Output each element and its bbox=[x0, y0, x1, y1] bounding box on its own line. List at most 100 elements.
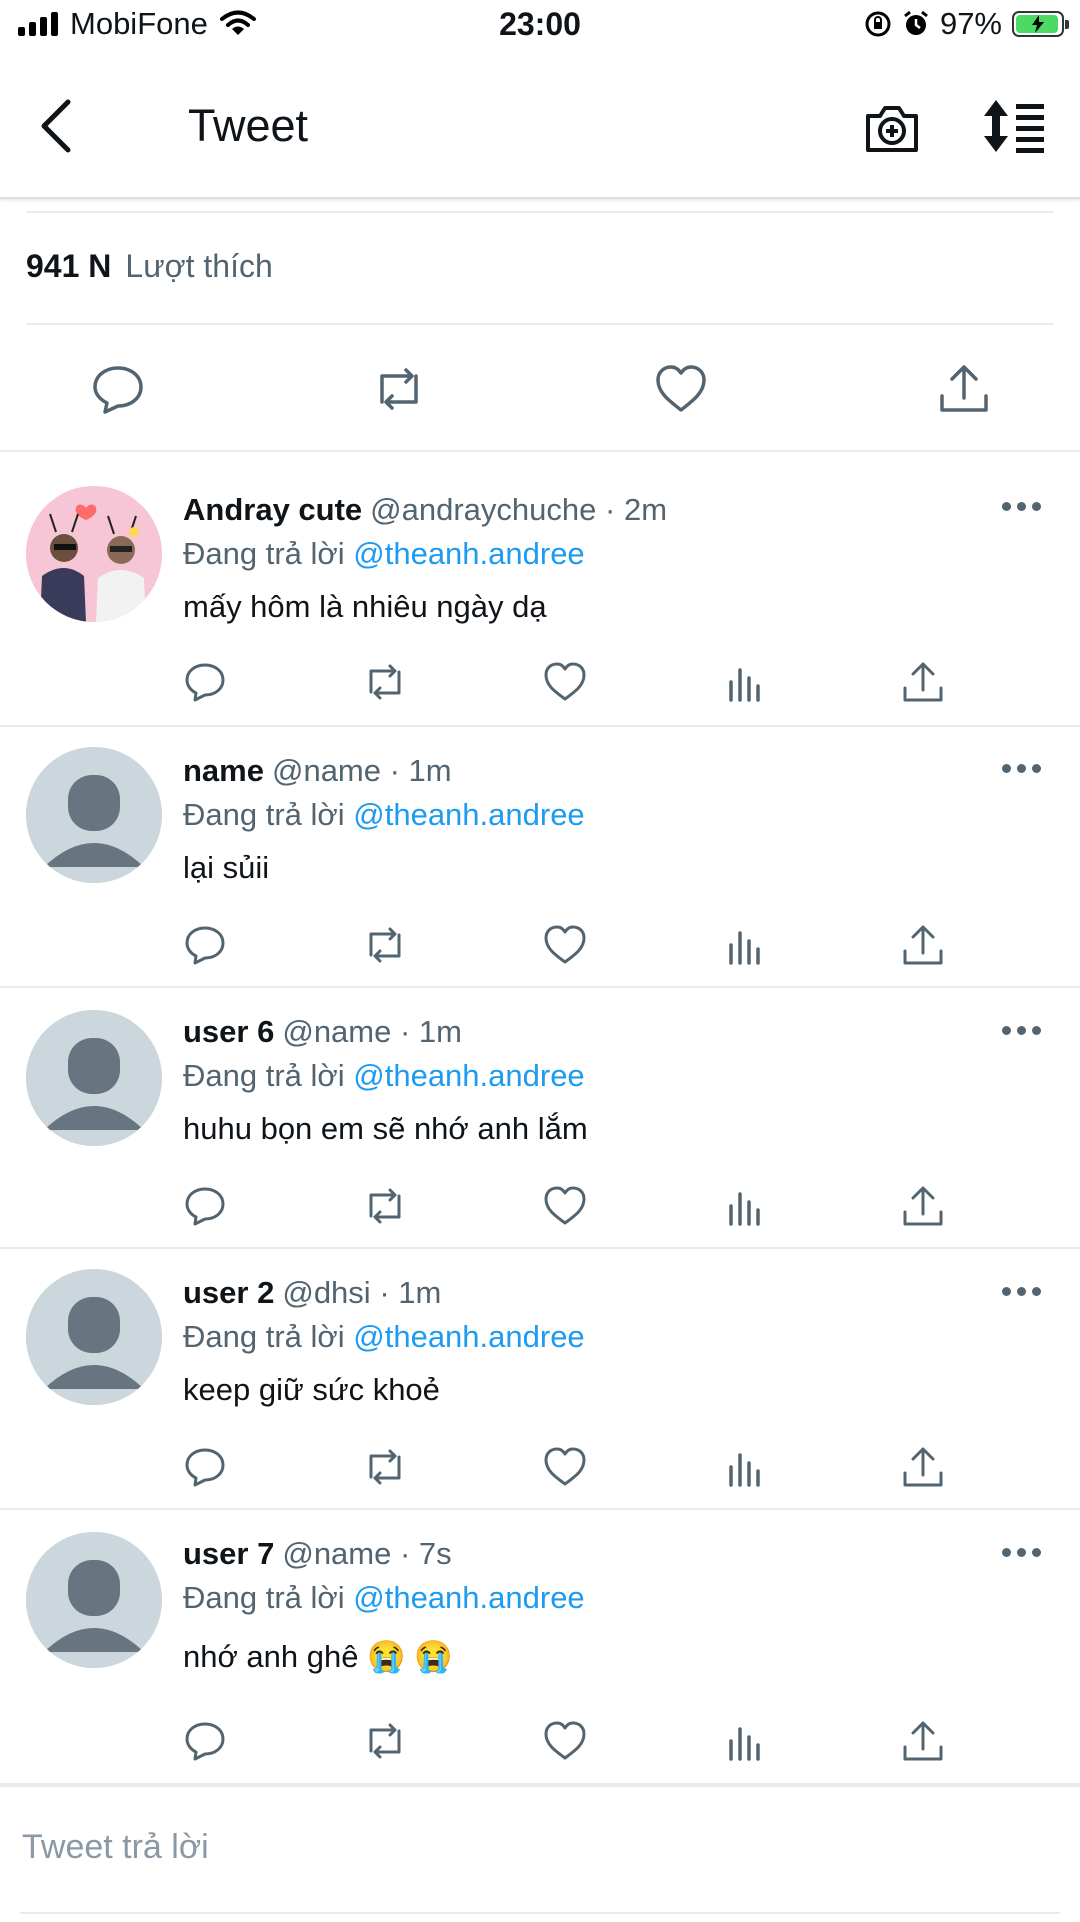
reply-item[interactable]: name @name · 1m Đang trả lời @theanh.andr… bbox=[0, 727, 1080, 988]
share-icon[interactable] bbox=[901, 1445, 945, 1489]
reply-actions bbox=[183, 1184, 963, 1234]
views-icon[interactable] bbox=[723, 660, 767, 704]
replying-to: Đang trả lời @theanh.andree bbox=[183, 1578, 1040, 1618]
user-name[interactable]: name bbox=[183, 753, 264, 788]
retweet-icon[interactable] bbox=[363, 1719, 407, 1763]
reply-composer bbox=[0, 1785, 1080, 1922]
user-name[interactable]: user 6 bbox=[183, 1014, 274, 1049]
like-icon[interactable] bbox=[543, 1719, 587, 1763]
user-name[interactable]: user 2 bbox=[183, 1275, 274, 1310]
user-handle[interactable]: @dhsi bbox=[282, 1275, 370, 1310]
reply-item[interactable]: Andray cute @andraychuche · 2m Đang trả l… bbox=[0, 452, 1080, 727]
reply-icon[interactable] bbox=[183, 1445, 227, 1489]
reply-item[interactable]: user 6 @name · 1m Đang trả lời @theanh.an… bbox=[0, 988, 1080, 1249]
camera-add-icon[interactable] bbox=[862, 98, 922, 158]
likes-summary[interactable]: 941 N Lượt thích bbox=[26, 248, 273, 285]
retweet-icon[interactable] bbox=[372, 362, 426, 416]
reply-item[interactable]: user 7 @name · 7s Đang trả lời @theanh.an… bbox=[0, 1510, 1080, 1785]
share-icon[interactable] bbox=[901, 1184, 945, 1228]
like-icon[interactable] bbox=[543, 1184, 587, 1228]
likes-count: 941 N bbox=[26, 248, 112, 284]
views-icon[interactable] bbox=[723, 923, 767, 967]
replying-to-label: Đang trả lời bbox=[183, 536, 345, 571]
reply-body: name @name · 1m Đang trả lời @theanh.andr… bbox=[183, 751, 1040, 889]
user-handle[interactable]: @name bbox=[272, 753, 381, 788]
mention-link[interactable]: @theanh.andree bbox=[353, 1319, 584, 1354]
likes-label: Lượt thích bbox=[125, 248, 273, 284]
retweet-icon[interactable] bbox=[363, 923, 407, 967]
more-options-icon[interactable] bbox=[1002, 1026, 1042, 1038]
reply-icon[interactable] bbox=[183, 1184, 227, 1228]
replying-to: Đang trả lời @theanh.andree bbox=[183, 1317, 1040, 1357]
retweet-icon[interactable] bbox=[363, 1184, 407, 1228]
timestamp: · 7s bbox=[399, 1536, 452, 1571]
user-handle[interactable]: @name bbox=[282, 1014, 391, 1049]
avatar[interactable] bbox=[26, 486, 162, 622]
mention-link[interactable]: @theanh.andree bbox=[353, 1580, 584, 1615]
page-title: Tweet bbox=[188, 100, 309, 151]
reply-icon[interactable] bbox=[183, 923, 227, 967]
user-handle[interactable]: @andraychuche bbox=[370, 492, 596, 527]
reply-header: name @name · 1m bbox=[183, 751, 1040, 791]
reply-header: user 6 @name · 1m bbox=[183, 1012, 1040, 1052]
reply-text: keep giữ sức khoẻ bbox=[183, 1372, 440, 1407]
views-icon[interactable] bbox=[723, 1719, 767, 1763]
like-icon[interactable] bbox=[543, 923, 587, 967]
reply-body: user 7 @name · 7s Đang trả lời @theanh.an… bbox=[183, 1534, 1040, 1678]
alarm-icon bbox=[904, 10, 928, 35]
user-name[interactable]: Andray cute bbox=[183, 492, 362, 527]
reply-actions bbox=[183, 923, 963, 973]
reply-item[interactable]: user 2 @dhsi · 1m Đang trả lời @theanh.an… bbox=[0, 1249, 1080, 1510]
avatar[interactable] bbox=[26, 1269, 162, 1405]
tweet-actions bbox=[0, 330, 1080, 452]
reply-icon[interactable] bbox=[183, 660, 227, 704]
divider bbox=[26, 211, 1054, 213]
retweet-icon[interactable] bbox=[363, 1445, 407, 1489]
share-icon[interactable] bbox=[901, 1719, 945, 1763]
like-icon[interactable] bbox=[543, 660, 587, 704]
divider bbox=[20, 1912, 1060, 1914]
replying-to: Đang trả lời @theanh.andree bbox=[183, 795, 1040, 835]
back-arrow-icon[interactable] bbox=[36, 96, 80, 156]
sort-icon[interactable] bbox=[982, 96, 1048, 156]
user-handle[interactable]: @name bbox=[282, 1536, 391, 1571]
user-name[interactable]: user 7 bbox=[183, 1536, 274, 1571]
views-icon[interactable] bbox=[723, 1184, 767, 1228]
share-icon[interactable] bbox=[901, 660, 945, 704]
reply-header: Andray cute @andraychuche · 2m bbox=[183, 490, 1040, 530]
battery-icon bbox=[1012, 11, 1069, 37]
timestamp: · 2m bbox=[605, 492, 668, 527]
more-options-icon[interactable] bbox=[1002, 1287, 1042, 1299]
mention-link[interactable]: @theanh.andree bbox=[353, 1058, 584, 1093]
timestamp: · 1m bbox=[399, 1014, 462, 1049]
reply-input[interactable] bbox=[20, 1827, 1024, 1868]
views-icon[interactable] bbox=[723, 1445, 767, 1489]
reply-text: mấy hôm là nhiêu ngày dạ bbox=[183, 589, 547, 624]
reply-icon[interactable] bbox=[183, 1719, 227, 1763]
more-options-icon[interactable] bbox=[1002, 1548, 1042, 1560]
replying-to: Đang trả lời @theanh.andree bbox=[183, 534, 1040, 574]
share-icon[interactable] bbox=[937, 362, 991, 416]
reply-text: huhu bọn em sẽ nhớ anh lắm bbox=[183, 1111, 588, 1146]
reply-body: Andray cute @andraychuche · 2m Đang trả l… bbox=[183, 490, 1040, 628]
like-icon[interactable] bbox=[654, 362, 708, 416]
like-icon[interactable] bbox=[543, 1445, 587, 1489]
mention-link[interactable]: @theanh.andree bbox=[353, 797, 584, 832]
mention-link[interactable]: @theanh.andree bbox=[353, 536, 584, 571]
orientation-lock-icon bbox=[865, 11, 891, 37]
reply-header: user 2 @dhsi · 1m bbox=[183, 1273, 1040, 1313]
more-options-icon[interactable] bbox=[1002, 502, 1042, 514]
avatar[interactable] bbox=[26, 1532, 162, 1668]
reply-header: user 7 @name · 7s bbox=[183, 1534, 1040, 1574]
avatar[interactable] bbox=[26, 747, 162, 883]
reply-icon[interactable] bbox=[91, 362, 145, 416]
divider bbox=[26, 323, 1054, 325]
retweet-icon[interactable] bbox=[363, 660, 407, 704]
battery-percent: 97% bbox=[939, 6, 1002, 41]
reply-body: user 6 @name · 1m Đang trả lời @theanh.an… bbox=[183, 1012, 1040, 1150]
replying-to: Đang trả lời @theanh.andree bbox=[183, 1056, 1040, 1096]
more-options-icon[interactable] bbox=[1002, 764, 1042, 776]
replying-to-label: Đang trả lời bbox=[183, 1580, 345, 1615]
avatar[interactable] bbox=[26, 1010, 162, 1146]
share-icon[interactable] bbox=[901, 923, 945, 967]
